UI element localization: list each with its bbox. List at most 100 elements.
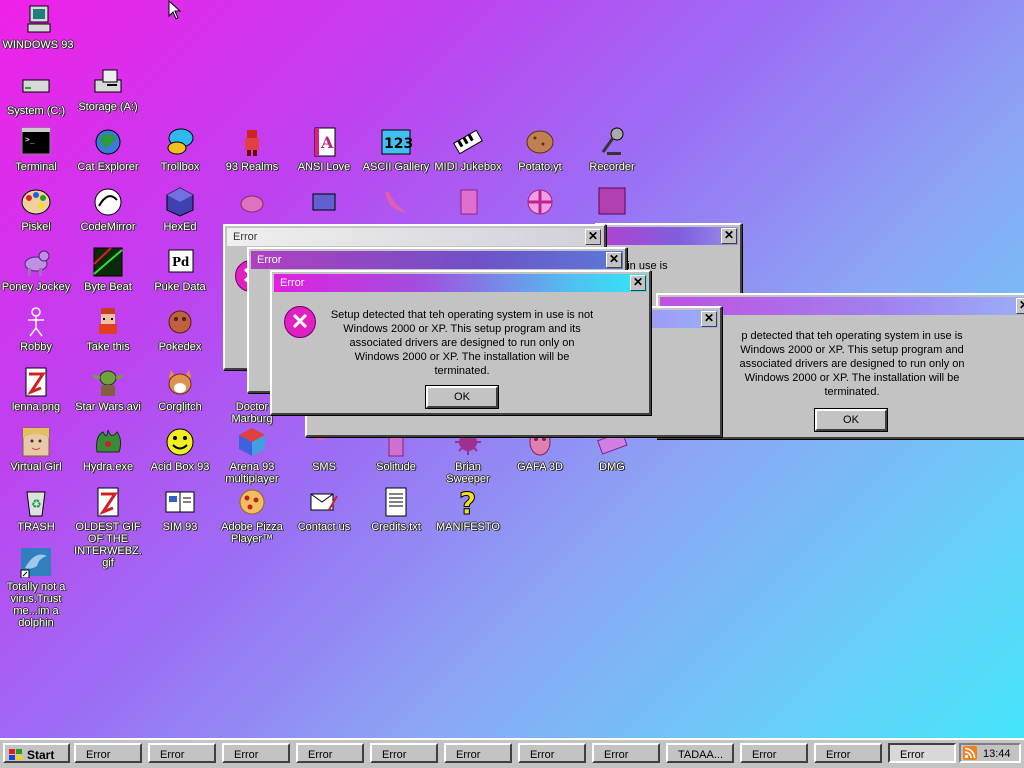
ok-button[interactable]: OK xyxy=(814,408,888,432)
desktop-icon-trash[interactable]: ♻ TRASH xyxy=(0,486,72,533)
icon-label: Byte Beat xyxy=(84,281,132,293)
corgi-icon xyxy=(163,366,197,398)
desktop-icon-piskel[interactable]: Piskel xyxy=(0,186,72,233)
error-icon: ✕ xyxy=(284,306,316,338)
taskbar-item[interactable]: Error xyxy=(148,743,216,763)
desktop-icon-ascii-gallery[interactable]: 123 ASCII Gallery xyxy=(360,126,432,173)
stick-figure-icon xyxy=(19,306,53,338)
close-button[interactable]: ✕ xyxy=(630,275,646,291)
svg-text:123: 123 xyxy=(384,136,413,152)
taskbar-item[interactable]: Error xyxy=(74,743,142,763)
desktop-icon-arena-93[interactable]: Arena 93 multiplayer xyxy=(216,426,288,485)
close-button[interactable]: ✕ xyxy=(721,228,737,244)
desktop-icon-potato[interactable]: Potato.yt xyxy=(504,126,576,173)
desktop-icon-adobe-pizza[interactable]: Adobe Pizza Player™ xyxy=(216,486,288,545)
desktop-icon-contact-us[interactable]: Contact us xyxy=(288,486,360,533)
realms-icon xyxy=(235,126,269,158)
close-button[interactable]: ✕ xyxy=(585,229,601,245)
taskbar-item-active[interactable]: Error xyxy=(888,743,956,763)
dialog-titlebar[interactable]: Error ✕ xyxy=(251,251,623,269)
icon-label: Puke Data xyxy=(154,281,206,293)
icon-label: MIDI Jukebox xyxy=(434,161,502,173)
question-mark-icon: ? xyxy=(451,486,485,523)
taskbar-item[interactable]: Error xyxy=(814,743,882,763)
clock[interactable]: 13:44 xyxy=(983,746,1011,762)
mouse-cursor-icon xyxy=(168,0,182,23)
contact-icon xyxy=(307,486,341,518)
desktop-icon-system-c[interactable]: System (C:) xyxy=(0,70,72,117)
rss-icon[interactable] xyxy=(963,746,977,765)
desktop-icon-maze[interactable] xyxy=(576,186,648,221)
desktop-icon-calculator[interactable] xyxy=(288,186,360,221)
dialog-titlebar[interactable]: Error ✕ xyxy=(599,227,738,245)
desktop-icon-trollbox[interactable]: Trollbox xyxy=(144,126,216,173)
icon-label: Arena 93 multiplayer xyxy=(225,461,279,485)
desktop-icon-ansi-love[interactable]: A ANSI Love xyxy=(288,126,360,173)
desktop-icon-byte-beat[interactable]: Byte Beat xyxy=(72,246,144,293)
desktop-icon-speaker[interactable] xyxy=(432,186,504,221)
taskbar-item[interactable]: Error xyxy=(296,743,364,763)
error-dialog-front[interactable]: Error ✕ ✕ Setup detected that teh operat… xyxy=(270,270,651,415)
taskbar-item[interactable]: Error xyxy=(740,743,808,763)
desktop-icon-ball[interactable] xyxy=(504,186,576,221)
desktop-icon-acid-box[interactable]: Acid Box 93 xyxy=(144,426,216,473)
ansi-letter-icon: A xyxy=(307,126,341,158)
desktop-icon-manifesto[interactable]: ? MANIFESTO xyxy=(432,486,504,534)
taskbar-item[interactable]: Error xyxy=(592,743,660,763)
icon-label: Contact us xyxy=(297,521,351,533)
desktop-icon-teapot[interactable] xyxy=(216,186,288,221)
desktop-icon-hexed[interactable]: HexEd xyxy=(144,186,216,233)
desktop-icon-lenna[interactable]: lenna.png xyxy=(0,366,72,413)
taskbar: Start Error Error Error Error Error Erro… xyxy=(0,738,1024,768)
dolphin-icon xyxy=(19,546,53,579)
desktop-icon-poney-jockey[interactable]: Poney Jockey xyxy=(0,246,72,293)
desktop-icon-midi-jukebox[interactable]: MIDI Jukebox xyxy=(432,126,504,173)
desktop-icon-robby[interactable]: Robby xyxy=(0,306,72,353)
icon-label: Trollbox xyxy=(160,161,200,173)
desktop-icon-banana[interactable] xyxy=(360,186,432,221)
dialog-titlebar[interactable]: Error ✕ xyxy=(274,274,647,292)
close-button[interactable]: ✕ xyxy=(1016,298,1024,314)
svg-text:?: ? xyxy=(459,487,476,518)
desktop-icon-credits[interactable]: Credits.txt xyxy=(360,486,432,533)
close-button[interactable]: ✕ xyxy=(701,311,717,327)
computer-icon xyxy=(21,4,55,36)
desktop-icon-virtual-girl[interactable]: Virtual Girl xyxy=(0,426,72,473)
desktop-icon-cat-explorer[interactable]: Cat Explorer xyxy=(72,126,144,173)
dialog-titlebar[interactable]: Error ✕ xyxy=(227,228,602,246)
banana-icon xyxy=(379,186,413,218)
desktop-icon-star-wars[interactable]: Star Wars.avi xyxy=(72,366,144,413)
taskbar-item[interactable]: Error xyxy=(370,743,438,763)
pd-icon: Pd xyxy=(163,246,197,278)
taskbar-item[interactable]: TADAA... xyxy=(666,743,734,763)
microphone-icon xyxy=(595,126,629,158)
windows-logo-icon xyxy=(9,747,23,767)
desktop-icon-windows93[interactable]: WINDOWS 93 xyxy=(2,4,74,51)
start-button[interactable]: Start xyxy=(3,743,70,763)
dialog-title: Error xyxy=(257,254,282,266)
desktop-icon-sim93[interactable]: SIM 93 xyxy=(144,486,216,533)
desktop-icon-oldest-gif[interactable]: OLDEST GIF OF THE INTERWEBZ.gif xyxy=(72,486,144,569)
ok-button[interactable]: OK xyxy=(425,385,499,409)
desktop-icon-corglitch[interactable]: Corglitch xyxy=(144,366,216,413)
desktop-icon-terminal[interactable]: >_ Terminal xyxy=(0,126,72,173)
taskbar-item[interactable]: Error xyxy=(444,743,512,763)
icon-label: Potato.yt xyxy=(518,161,562,173)
desktop-icon-hydra[interactable]: Hydra.exe xyxy=(72,426,144,473)
icon-label: WINDOWS 93 xyxy=(2,39,74,51)
desktop-icon-recorder[interactable]: Recorder xyxy=(576,126,648,173)
close-button[interactable]: ✕ xyxy=(606,252,622,268)
desktop-icon-93-realms[interactable]: 93 Realms xyxy=(216,126,288,173)
desktop-icon-storage-a[interactable]: Storage (A:) xyxy=(72,66,144,113)
desktop-icon-pokedex[interactable]: Pokedex xyxy=(144,306,216,353)
taskbar-item[interactable]: Error xyxy=(518,743,586,763)
desktop-icon-take-this[interactable]: Take this xyxy=(72,306,144,353)
desktop-icon-puke-data[interactable]: Pd Puke Data xyxy=(144,246,216,293)
desktop-icon-dolphin[interactable]: Totally not a virus.Trust me...im a dolp… xyxy=(0,546,72,629)
taskbar-item[interactable]: Error xyxy=(222,743,290,763)
icon-label: Brian Sweeper xyxy=(446,461,490,485)
gif-file-icon xyxy=(91,486,125,518)
start-label: Start xyxy=(27,748,55,762)
icon-label: Take this xyxy=(86,341,130,353)
desktop-icon-codemirror[interactable]: CodeMirror xyxy=(72,186,144,233)
